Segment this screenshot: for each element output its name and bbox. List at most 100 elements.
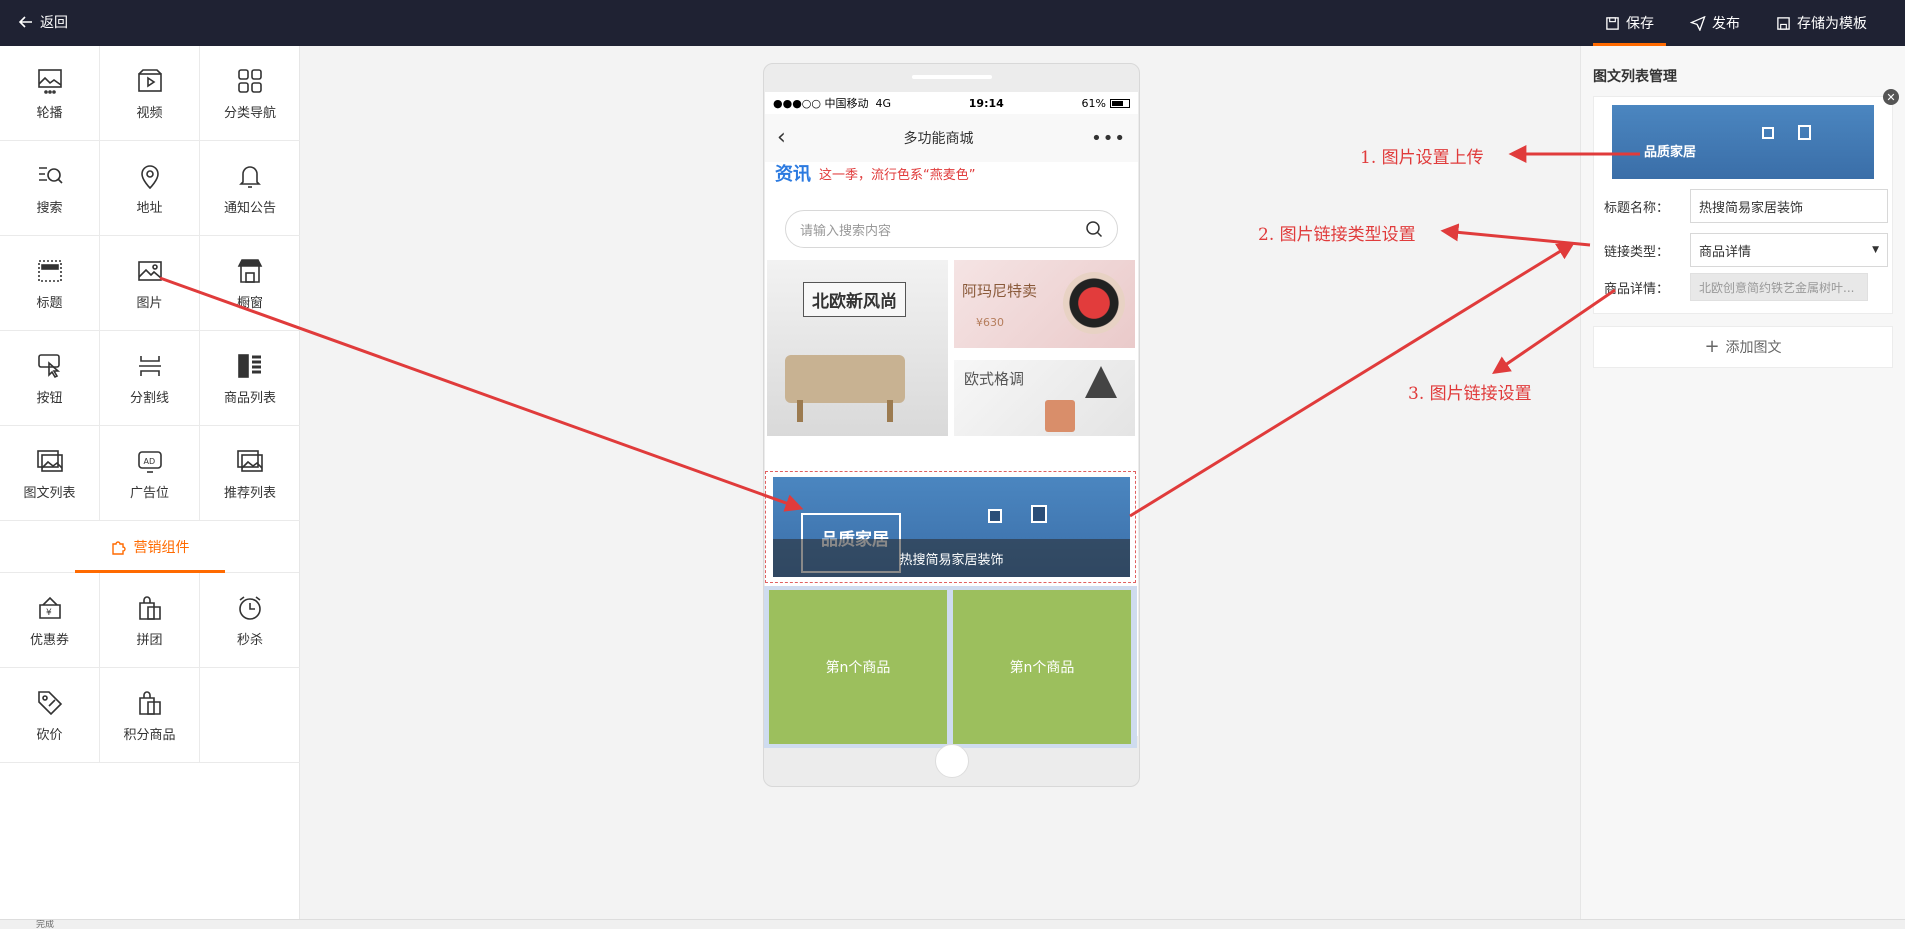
component-divider[interactable]: 分割线	[100, 331, 200, 426]
component-image[interactable]: 图片	[100, 236, 200, 331]
location-icon	[140, 164, 159, 189]
component-shop-window[interactable]: 橱窗	[200, 236, 300, 331]
product-card[interactable]: 第n个商品	[769, 590, 947, 744]
coupon-icon: ¥	[38, 596, 61, 619]
shop-window-banners: 北欧新风尚 阿玛尼特卖 ¥630 欧式格调	[765, 260, 1138, 440]
search-list-icon	[38, 166, 63, 184]
component-group-buy[interactable]: 拼团	[100, 573, 200, 668]
title-icon	[37, 259, 62, 282]
component-video[interactable]: 视频	[100, 46, 200, 141]
chevron-left-icon[interactable]: ‹	[777, 127, 786, 149]
component-notice[interactable]: 通知公告	[200, 141, 300, 236]
cushion-compact-image	[1063, 272, 1125, 334]
component-address[interactable]: 地址	[100, 141, 200, 236]
selected-image-text-item[interactable]: 品质家居 热搜简易家居装饰	[765, 471, 1136, 583]
product-detail-label: 商品详情：	[1604, 281, 1670, 297]
save-button[interactable]: 保存	[1587, 0, 1672, 46]
component-flash-sale[interactable]: 秒杀	[200, 573, 300, 668]
wall-picture	[1031, 505, 1047, 523]
component-bargain[interactable]: 砍价	[0, 668, 100, 763]
banner-armani[interactable]: 阿玛尼特卖 ¥630	[954, 260, 1135, 348]
alarm-clock-icon	[239, 595, 261, 620]
wall-picture	[1798, 125, 1811, 140]
component-search[interactable]: 搜索	[0, 141, 100, 236]
image-upload-thumbnail[interactable]: 品质家居	[1612, 105, 1874, 179]
basic-components-grid: 轮播 视频 分类导航 搜索 地址 通知公告 标题 图片 橱窗 按钮 分割线 商品…	[0, 46, 300, 521]
empty-cell	[200, 668, 300, 763]
component-category-nav[interactable]: 分类导航	[200, 46, 300, 141]
banner-nordic-title: 北欧新风尚	[803, 282, 906, 317]
more-icon[interactable]: •••	[1091, 128, 1126, 149]
component-image-text-list[interactable]: 图文列表	[0, 426, 100, 521]
product-card[interactable]: 第n个商品	[953, 590, 1131, 744]
component-label: 通知公告	[223, 200, 276, 216]
decor-vase	[1045, 400, 1075, 432]
component-label: 砍价	[36, 727, 63, 743]
arrow-left-icon	[18, 16, 32, 28]
component-title[interactable]: 标题	[0, 236, 100, 331]
news-text: 这一季，流行色系“燕麦色”	[819, 168, 976, 183]
arrow-link-type	[1440, 223, 1591, 247]
grid-icon	[238, 68, 262, 93]
publish-label: 发布	[1712, 16, 1740, 32]
banner-european-title: 欧式格调	[964, 370, 1025, 388]
page-title: 多功能商城	[903, 131, 974, 147]
component-label: 秒杀	[236, 632, 263, 648]
component-label: 图文列表	[23, 485, 76, 501]
component-label: 积分商品	[123, 727, 176, 743]
phone-home-button	[935, 744, 969, 778]
title-input[interactable]: 热搜简易家居装饰	[1690, 189, 1888, 223]
battery-icon	[1110, 98, 1130, 108]
banner-european[interactable]: 欧式格调	[954, 360, 1135, 436]
button-click-icon	[37, 353, 60, 378]
product-list-icon	[238, 353, 261, 378]
image-carousel-icon	[37, 68, 62, 94]
component-label: 按钮	[36, 390, 63, 406]
group-buy-icon	[138, 595, 161, 620]
phone-status-bar: ●●●○○ 中国移动 4G 19:14 61%	[765, 92, 1138, 114]
add-image-text-button[interactable]: + 添加图文	[1593, 326, 1893, 368]
banner-nordic[interactable]: 北欧新风尚	[767, 260, 948, 436]
component-button[interactable]: 按钮	[0, 331, 100, 426]
search-placeholder: 请输入搜索内容	[800, 223, 892, 239]
carrier-info: ●●●○○ 中国移动 4G	[773, 95, 891, 111]
caret-down-icon: ▼	[1872, 245, 1879, 255]
save-as-template-button[interactable]: 存储为模板	[1758, 0, 1885, 46]
shop-window-icon	[237, 258, 263, 283]
component-product-list[interactable]: 商品列表	[200, 331, 300, 426]
annotation-link-type: 2. 图片链接类型设置	[1258, 225, 1416, 245]
component-ad[interactable]: AD 广告位	[100, 426, 200, 521]
close-icon[interactable]: ✕	[1883, 89, 1899, 105]
image-text-list-icon	[36, 449, 63, 472]
link-type-select[interactable]: 商品详情 ▼	[1690, 233, 1888, 267]
sofa-image	[785, 355, 905, 403]
svg-text:¥: ¥	[46, 608, 52, 618]
component-label: 地址	[136, 200, 163, 216]
back-button[interactable]: 返回	[18, 12, 68, 32]
component-label: 视频	[136, 105, 163, 121]
publish-button[interactable]: 发布	[1672, 0, 1758, 46]
component-carousel[interactable]: 轮播	[0, 46, 100, 141]
recommend-list-icon	[237, 449, 263, 472]
battery-level: 61%	[1081, 96, 1106, 110]
component-label: 推荐列表	[223, 485, 276, 501]
phone-search-bar[interactable]: 请输入搜索内容	[785, 210, 1118, 248]
phone-preview: ●●●○○ 中国移动 4G 19:14 61% ‹ 多功能商城 ••• 资讯 这…	[763, 63, 1140, 787]
search-icon	[1086, 221, 1103, 238]
thumbnail-text: 品质家居	[1644, 145, 1697, 160]
points-bag-icon	[138, 690, 161, 715]
send-icon	[1690, 15, 1706, 31]
banner-armani-title: 阿玛尼特卖	[962, 282, 1038, 300]
network: 4G	[875, 97, 892, 110]
component-label: 标题	[36, 295, 63, 311]
component-points-product[interactable]: 积分商品	[100, 668, 200, 763]
news-ticker[interactable]: 资讯 这一季，流行色系“燕麦色”	[765, 162, 1138, 202]
component-coupon[interactable]: ¥ 优惠券	[0, 573, 100, 668]
component-label: 拼团	[136, 632, 163, 648]
product-detail-selector[interactable]: 北欧创意简约铁艺金属树叶...	[1690, 273, 1868, 301]
top-bar: 返回 保存 发布 存储为模板	[0, 0, 1905, 46]
component-recommend-list[interactable]: 推荐列表	[200, 426, 300, 521]
settings-panel: 图文列表管理 ✕ 品质家居 标题名称： 热搜简易家居装饰 链接类型： 商品详情 …	[1580, 46, 1905, 919]
marketing-section-tab[interactable]: 营销组件	[0, 521, 299, 573]
product-list-preview: 第n个商品 第n个商品	[764, 586, 1137, 748]
